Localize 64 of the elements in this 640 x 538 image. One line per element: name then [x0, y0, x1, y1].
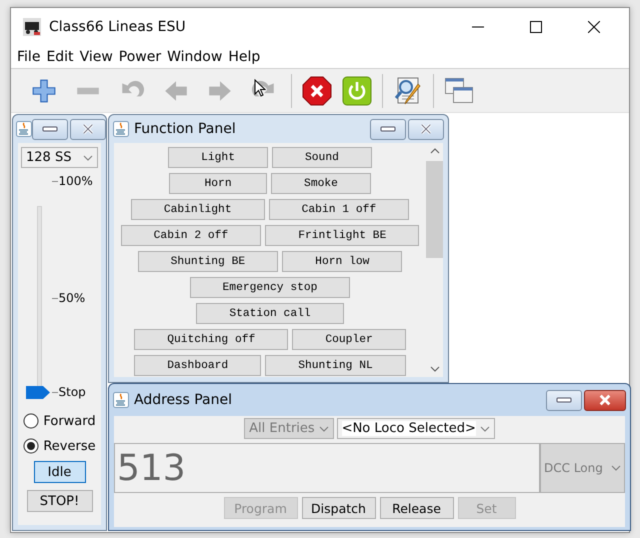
magnifier-document-icon[interactable] — [393, 76, 423, 106]
cursor-icon — [254, 79, 266, 97]
speed-steps-dropdown[interactable]: 128 SS — [21, 147, 98, 168]
function-button[interactable]: Emergency stop — [190, 277, 350, 298]
close-button[interactable] — [584, 390, 626, 410]
app-icon — [23, 18, 41, 36]
roster-dropdown[interactable]: <No Loco Selected> — [336, 418, 495, 439]
function-button[interactable]: Shunting BE — [138, 251, 278, 272]
tick-label: Stop — [58, 385, 86, 399]
function-button[interactable]: Cabinlight — [130, 199, 265, 220]
radio-button[interactable] — [23, 413, 40, 429]
tick-label: 100% — [58, 174, 93, 188]
radio-button[interactable] — [23, 438, 40, 454]
function-button[interactable]: Cabin 2 off — [120, 225, 262, 246]
address-field[interactable]: 513 — [114, 443, 540, 493]
close-icon — [588, 20, 600, 32]
throttle-button[interactable]: Idle — [34, 461, 86, 483]
function-button[interactable]: Sound — [272, 147, 372, 168]
caret-icon — [611, 465, 621, 471]
minimize-button[interactable] — [370, 118, 406, 140]
caret-icon — [318, 426, 329, 432]
plus-icon[interactable] — [31, 78, 57, 104]
minimize-icon — [472, 26, 484, 28]
maximize-icon — [530, 20, 542, 32]
function-button[interactable]: Coupler — [292, 329, 406, 350]
radio-label: Reverse — [43, 438, 96, 454]
close-icon — [80, 123, 96, 135]
radio-label: Forward — [43, 414, 96, 428]
stop-icon[interactable] — [302, 76, 332, 106]
menu-item[interactable]: Power — [116, 48, 164, 64]
throttle-button[interactable]: STOP! — [26, 490, 92, 512]
close-icon — [418, 123, 434, 135]
close-icon — [597, 394, 613, 406]
function-button[interactable]: Light — [168, 147, 268, 168]
menu-item[interactable]: File — [14, 48, 44, 64]
menu-item[interactable]: Edit — [43, 48, 77, 64]
panel-title: Address Panel — [134, 392, 233, 408]
function-button[interactable]: Station call — [196, 303, 344, 324]
caret-icon — [480, 426, 490, 432]
function-button[interactable]: Frintlight BE — [265, 225, 420, 246]
function-button[interactable]: Dashboard — [134, 355, 262, 376]
minimize-button[interactable] — [546, 390, 582, 410]
function-button[interactable]: Cabin 1 off — [268, 199, 410, 220]
menu-item[interactable]: Window — [164, 48, 226, 64]
java-icon — [113, 121, 129, 137]
slider-thumb[interactable] — [26, 386, 50, 399]
function-button[interactable]: Quitching off — [134, 329, 288, 350]
menu-item[interactable]: View — [76, 48, 116, 64]
panel-button[interactable]: Release — [380, 497, 454, 519]
function-button[interactable]: Shunting NL — [265, 355, 406, 376]
menu-item[interactable]: Help — [225, 48, 264, 64]
panel-button[interactable]: Dispatch — [302, 497, 376, 519]
function-button[interactable]: Smoke — [271, 173, 371, 194]
tick-label: 50% — [58, 291, 86, 305]
minimize-button[interactable] — [32, 118, 68, 140]
windows-icon[interactable] — [444, 76, 474, 106]
function-button[interactable]: Horn — [169, 173, 268, 194]
java-icon — [16, 121, 32, 137]
caret-icon — [83, 154, 93, 160]
java-icon — [113, 392, 129, 408]
panel-title: Function Panel — [134, 121, 237, 137]
function-button[interactable]: Horn low — [282, 251, 402, 272]
window-title: Class66 Lineas ESU — [49, 18, 187, 34]
power-icon[interactable] — [342, 76, 372, 106]
